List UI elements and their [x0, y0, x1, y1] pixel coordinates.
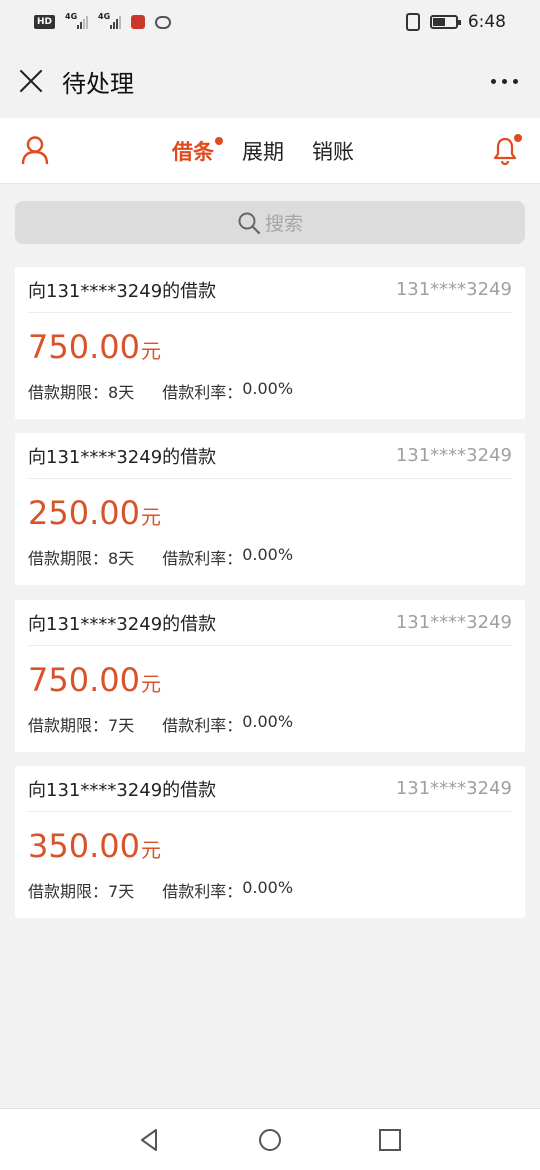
rate-label: 借款利率： — [162, 716, 243, 735]
loan-phone: 131****3249 — [395, 279, 512, 300]
back-icon[interactable] — [138, 1128, 162, 1152]
loan-term: 借款期限： 7天 — [28, 712, 134, 736]
loan-amount: 350.00 元 — [28, 824, 512, 864]
more-icon[interactable] — [487, 69, 522, 94]
loan-amount: 250.00 元 — [28, 491, 512, 531]
term-label: 借款期限： — [28, 549, 109, 568]
tab-label: 销账 — [312, 140, 354, 164]
loan-card[interactable]: 向131****3249的借款 131****3249 750.00 元 借款期… — [15, 267, 525, 419]
tab-xiaozhang[interactable]: 销账 — [312, 136, 354, 166]
loan-phone: 131****3249 — [395, 612, 512, 633]
amount-value: 750.00 — [28, 328, 140, 366]
card-header: 向131****3249的借款 131****3249 — [28, 267, 512, 313]
card-header: 向131****3249的借款 131****3249 — [28, 433, 512, 479]
search-icon — [238, 212, 261, 234]
tab-label: 展期 — [242, 140, 284, 164]
loan-term: 借款期限： 8天 — [28, 545, 134, 569]
rate-value: 0.00% — [242, 545, 294, 564]
loan-title: 向131****3249的借款 — [28, 280, 217, 302]
loan-meta: 借款期限： 7天 借款利率： 0.00% — [28, 878, 512, 902]
amount-unit: 元 — [140, 672, 161, 696]
search-input[interactable]: 搜索 — [15, 201, 525, 244]
status-bar: HD 4G 4G 6:48 — [0, 0, 540, 44]
tab-label: 借条 — [172, 140, 214, 164]
term-label: 借款期限： — [28, 716, 109, 735]
search-placeholder: 搜索 — [264, 213, 303, 235]
bell-icon[interactable] — [490, 134, 522, 166]
card-header: 向131****3249的借款 131****3249 — [28, 600, 512, 646]
amount-unit: 元 — [140, 339, 161, 363]
loan-amount: 750.00 元 — [28, 658, 512, 698]
status-right: 6:48 — [405, 12, 506, 32]
home-icon[interactable] — [258, 1128, 282, 1152]
tab-badge-dot — [215, 137, 223, 145]
clock: 6:48 — [467, 12, 506, 32]
amount-unit: 元 — [140, 505, 161, 529]
term-label: 借款期限： — [28, 383, 109, 402]
rate-value: 0.00% — [242, 712, 294, 731]
term-value: 8天 — [108, 383, 135, 402]
notification-dot — [514, 134, 522, 142]
status-left: HD 4G 4G — [34, 12, 172, 29]
app-notification-icon — [131, 15, 146, 29]
loan-rate: 借款利率： 0.00% — [162, 545, 293, 569]
loan-rate: 借款利率： 0.00% — [162, 379, 293, 403]
loan-meta: 借款期限： 8天 借款利率： 0.00% — [28, 379, 512, 403]
battery-icon — [429, 15, 461, 29]
recents-icon[interactable] — [378, 1128, 402, 1152]
loan-meta: 借款期限： 7天 借款利率： 0.00% — [28, 712, 512, 736]
user-icon[interactable] — [20, 135, 50, 165]
loan-card[interactable]: 向131****3249的借款 131****3249 350.00 元 借款期… — [15, 766, 525, 918]
loan-title: 向131****3249的借款 — [28, 779, 217, 801]
loan-term: 借款期限： 7天 — [28, 878, 134, 902]
vibrate-icon — [405, 13, 420, 31]
amount-unit: 元 — [140, 838, 161, 862]
close-icon[interactable] — [18, 68, 44, 94]
page-title: 待处理 — [62, 69, 134, 98]
rate-value: 0.00% — [242, 878, 294, 897]
rate-label: 借款利率： — [162, 549, 243, 568]
card-header: 向131****3249的借款 131****3249 — [28, 766, 512, 812]
amount-value: 750.00 — [28, 661, 140, 699]
wechat-icon — [155, 15, 172, 29]
term-label: 借款期限： — [28, 882, 109, 901]
loan-amount: 750.00 元 — [28, 325, 512, 365]
loan-phone: 131****3249 — [395, 778, 512, 799]
rate-label: 借款利率： — [162, 882, 243, 901]
signal-icon-2: 4G — [98, 12, 122, 29]
loan-meta: 借款期限： 8天 借款利率： 0.00% — [28, 545, 512, 569]
loan-rate: 借款利率： 0.00% — [162, 712, 293, 736]
term-value: 8天 — [108, 549, 135, 568]
loan-card[interactable]: 向131****3249的借款 131****3249 250.00 元 借款期… — [15, 433, 525, 585]
loan-phone: 131****3249 — [395, 445, 512, 466]
rate-label: 借款利率： — [162, 383, 243, 402]
loan-title: 向131****3249的借款 — [28, 613, 217, 635]
title-bar: 待处理 — [0, 44, 540, 118]
amount-value: 350.00 — [28, 827, 140, 865]
tab-zhanqi[interactable]: 展期 — [242, 136, 284, 166]
tab-jietiao[interactable]: 借条 — [172, 136, 223, 166]
loan-rate: 借款利率： 0.00% — [162, 878, 293, 902]
amount-value: 250.00 — [28, 494, 140, 532]
term-value: 7天 — [108, 716, 135, 735]
loan-card[interactable]: 向131****3249的借款 131****3249 750.00 元 借款期… — [15, 600, 525, 752]
signal-icon: 4G — [65, 12, 89, 29]
tab-list: 借条 展期 销账 — [172, 118, 382, 184]
rate-value: 0.00% — [242, 379, 294, 398]
term-value: 7天 — [108, 882, 135, 901]
loan-term: 借款期限： 8天 — [28, 379, 134, 403]
system-nav-bar — [0, 1108, 540, 1170]
loan-title: 向131****3249的借款 — [28, 446, 217, 468]
tab-header: 借条 展期 销账 — [0, 118, 540, 184]
hd-badge: HD — [34, 15, 56, 29]
